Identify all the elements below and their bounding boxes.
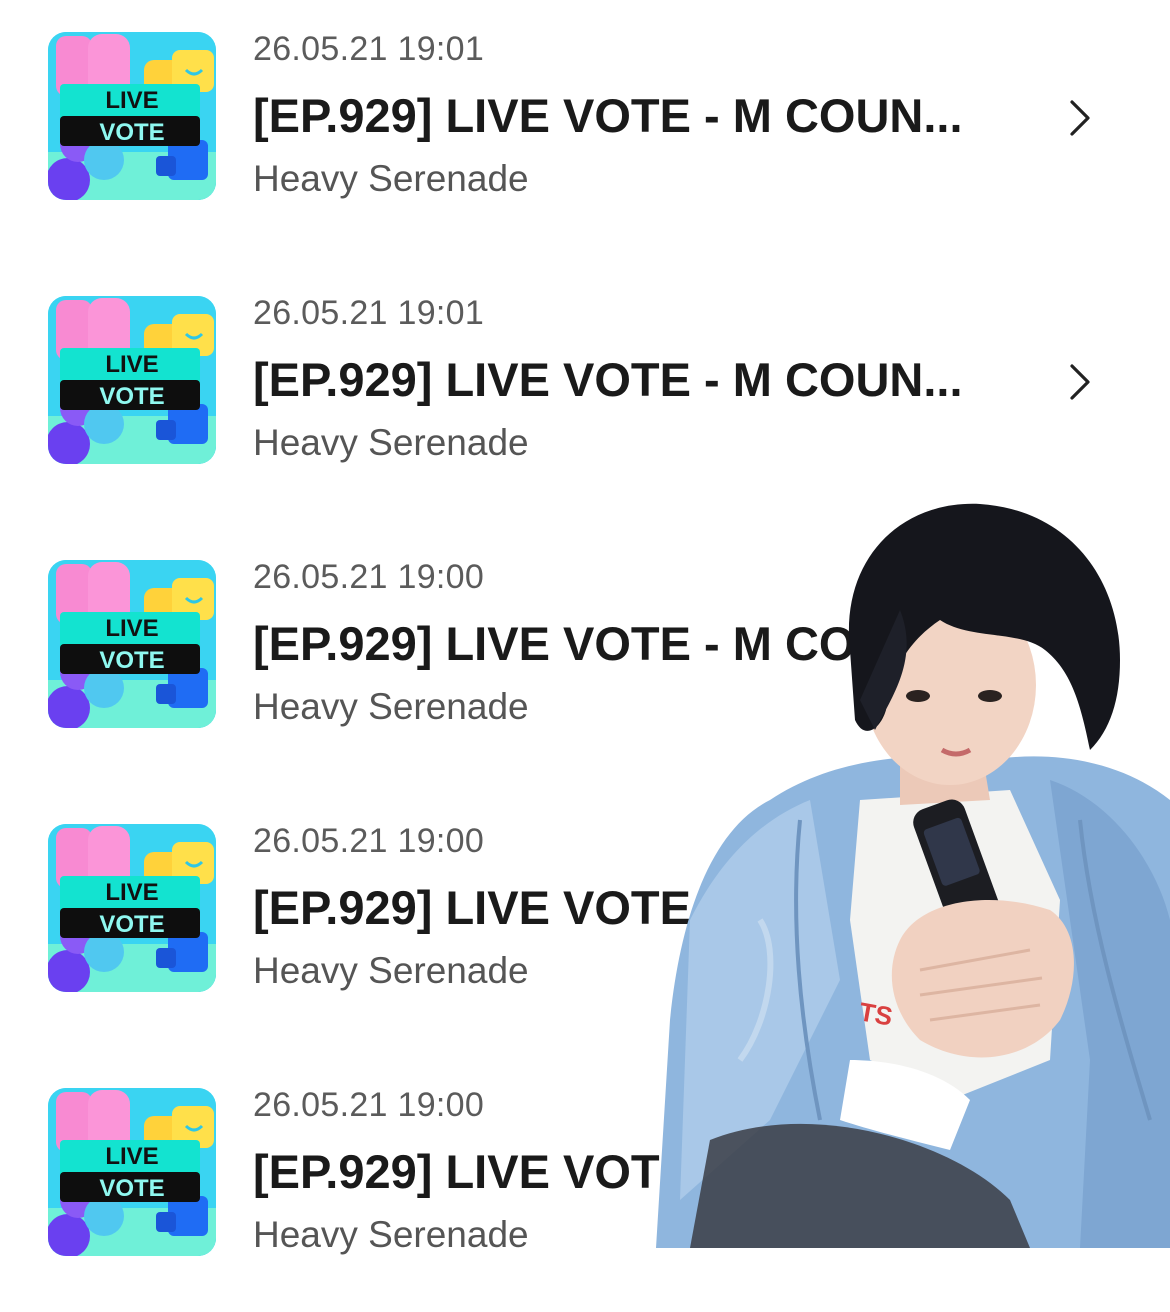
live-vote-artwork-icon: LIVE VOTE (48, 560, 216, 728)
live-vote-thumbnail: LIVE VOTE (48, 296, 216, 464)
vote-timestamp: 26.05.21 19:00 (253, 822, 485, 860)
live-vote-artwork-icon: LIVE VOTE (48, 1088, 216, 1256)
thumb-text-vote: VOTE (99, 383, 164, 410)
vote-timestamp: 26.05.21 19:01 (253, 30, 485, 68)
vote-title: [EP.929] LIVE VOTE - M COUN... (253, 353, 963, 406)
vote-artist: Heavy Serenade (253, 1214, 529, 1255)
live-vote-thumbnail: LIVE VOTE (48, 560, 216, 728)
thumb-text-vote: VOTE (99, 647, 164, 674)
shirt-print-text: TS (857, 996, 895, 1031)
vote-artist: Heavy Serenade (253, 686, 529, 727)
vote-artist: Heavy Serenade (253, 950, 529, 991)
thumb-text-live: LIVE (105, 87, 158, 114)
list-item[interactable]: LIVE VOTE 26.05.21 19:01 [EP.929] LIVE V… (0, 0, 1170, 200)
page: LIVE VOTE 26.05.21 19:01 [EP.929] LIVE V… (0, 0, 1170, 1312)
list-item[interactable]: LIVE VOTE 26.05.21 19:01 [EP.929] LIVE V… (0, 264, 1170, 464)
live-vote-artwork-icon: LIVE VOTE (48, 32, 216, 200)
thumb-text-live: LIVE (105, 879, 158, 906)
person-photo-overlay: TS (650, 500, 1170, 1252)
thumb-text-vote: VOTE (99, 911, 164, 938)
live-vote-thumbnail: LIVE VOTE (48, 1088, 216, 1256)
chevron-right-icon[interactable] (1062, 96, 1098, 140)
vote-timestamp: 26.05.21 19:00 (253, 1086, 485, 1124)
vote-artist: Heavy Serenade (253, 158, 529, 199)
vote-timestamp: 26.05.21 19:01 (253, 294, 485, 332)
person-photo-icon: TS (656, 503, 1170, 1248)
thumb-text-vote: VOTE (99, 1175, 164, 1202)
live-vote-thumbnail: LIVE VOTE (48, 32, 216, 200)
live-vote-artwork-icon: LIVE VOTE (48, 824, 216, 992)
live-vote-artwork-icon: LIVE VOTE (48, 296, 216, 464)
vote-artist: Heavy Serenade (253, 422, 529, 463)
chevron-right-icon[interactable] (1062, 360, 1098, 404)
vote-title: [EP.929] LIVE VOTE - M COUN... (253, 89, 963, 142)
thumb-text-vote: VOTE (99, 119, 164, 146)
thumb-text-live: LIVE (105, 351, 158, 378)
thumb-text-live: LIVE (105, 615, 158, 642)
vote-timestamp: 26.05.21 19:00 (253, 558, 485, 596)
live-vote-thumbnail: LIVE VOTE (48, 824, 216, 992)
thumb-text-live: LIVE (105, 1143, 158, 1170)
